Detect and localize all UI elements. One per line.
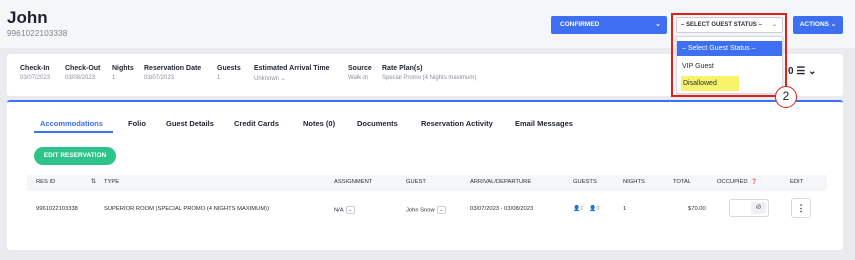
tab-documents[interactable]: Documents [357, 119, 398, 128]
info-check-out: Check-Out 03/08/2023 [65, 65, 100, 81]
column-header-arrival-departure: ARRIVAL/DEPARTURE [470, 179, 532, 185]
arrival-time-dropdown[interactable]: Unknown ⌄ [254, 75, 329, 82]
column-header-total: TOTAL [673, 179, 692, 185]
column-header-edit: EDIT [790, 179, 804, 185]
info-label: Nights [112, 65, 134, 72]
info-label: Check-In [20, 65, 50, 72]
info-label: Check-Out [65, 65, 101, 72]
chevron-down-icon: ⌄ [436, 206, 446, 214]
guest-name: John [7, 8, 48, 27]
active-tab-indicator [34, 131, 113, 133]
row-guests: 👤1 👤0 [573, 206, 600, 212]
row-guest-select[interactable]: John Snow ⌄ [406, 206, 446, 214]
info-label: Guests [217, 65, 241, 72]
row-total: $70.00 [688, 206, 706, 212]
tab-folio[interactable]: Folio [128, 119, 146, 128]
reservation-main-panel: Accommodations Folio Guest Details Credi… [7, 100, 843, 250]
info-value: 03/07/2023 [20, 75, 51, 81]
info-value: 1 [217, 75, 221, 81]
annotation-highlight-box [671, 13, 787, 97]
info-value: Special Promo (4 Nights maximum) [382, 75, 477, 81]
column-header-guest: GUEST [406, 179, 426, 185]
edit-reservation-button[interactable]: EDIT RESERVATION [34, 147, 116, 165]
not-occupied-icon: ⊘ [751, 202, 766, 214]
row-edit-menu-button[interactable]: ⋮ [791, 198, 811, 218]
row-assignment-select[interactable]: N/A ⌄ [334, 206, 355, 214]
info-guests: Guests 1 [217, 65, 241, 81]
info-label: Reservation Date [144, 65, 202, 72]
annotation-step-number: 2 [775, 86, 797, 108]
info-source: Source Walk-In [348, 65, 372, 81]
occupied-toggle[interactable]: ⊘ [729, 199, 769, 217]
column-header-occupied: OCCUPIED [717, 179, 748, 185]
column-header-type: TYPE [104, 179, 120, 185]
row-res-id: 9961022103338 [36, 206, 78, 212]
row-guests-adults: 1 [580, 206, 584, 212]
info-label: Source [348, 65, 372, 72]
row-arrival-departure: 03/07/2023 - 03/08/2023 [470, 206, 534, 212]
notes-menu-button[interactable]: 0 ☰ ⌄ [788, 66, 816, 77]
sort-icon[interactable]: ⇅ [91, 179, 96, 185]
info-reservation-date: Reservation Date 03/07/2023 [144, 65, 201, 81]
chevron-down-icon: ⌄ [345, 206, 355, 214]
info-value: 03/08/2023 [65, 75, 96, 81]
info-label: Rate Plan(s) [382, 65, 423, 72]
column-header-nights: NIGHTS [623, 179, 645, 185]
table-header-row: RES ID ⇅ TYPE ASSIGNMENT GUEST ARRIVAL/D… [27, 175, 827, 191]
row-guests-children: 0 [596, 206, 600, 212]
reservation-status-label: CONFIRMED [560, 21, 600, 28]
reservation-status-button[interactable]: CONFIRMED ⌄ [551, 16, 667, 34]
row-guest-value: John Snow [406, 207, 435, 214]
info-label: Estimated Arrival Time [254, 65, 330, 72]
row-assignment-value: N/A [334, 207, 344, 214]
row-room-type: SUPERIOR ROOM (SPECIAL PROMO (4 NIGHTS M… [104, 206, 270, 212]
actions-button[interactable]: ACTIONS ⌄ [793, 16, 843, 34]
guest-phone: 9961022103338 [7, 29, 68, 38]
column-header-res-id[interactable]: RES ID [36, 179, 55, 185]
info-rate-plan: Rate Plan(s) Special Promo (4 Nights max… [382, 65, 476, 81]
info-estimated-arrival: Estimated Arrival Time Unknown ⌄ [254, 65, 329, 82]
tab-notes[interactable]: Notes (0) [303, 119, 335, 128]
tab-email-messages[interactable]: Email Messages [515, 119, 573, 128]
info-value: Walk-In [348, 75, 369, 81]
info-nights: Nights 1 [112, 65, 134, 81]
column-header-guests: GUESTS [573, 179, 597, 185]
tab-reservation-activity[interactable]: Reservation Activity [421, 119, 493, 128]
row-nights: 1 [623, 206, 627, 212]
column-header-assignment: ASSIGNMENT [334, 179, 373, 185]
tab-credit-cards[interactable]: Credit Cards [234, 119, 279, 128]
info-icon[interactable]: ❓ [751, 179, 757, 185]
tab-guest-details[interactable]: Guest Details [166, 119, 214, 128]
tab-accommodations[interactable]: Accommodations [40, 119, 103, 128]
info-value: 03/07/2023 [144, 75, 175, 81]
chevron-down-icon: ⌄ [655, 21, 661, 28]
info-value: 1 [112, 75, 116, 81]
info-check-in: Check-In 03/07/2023 [20, 65, 50, 81]
